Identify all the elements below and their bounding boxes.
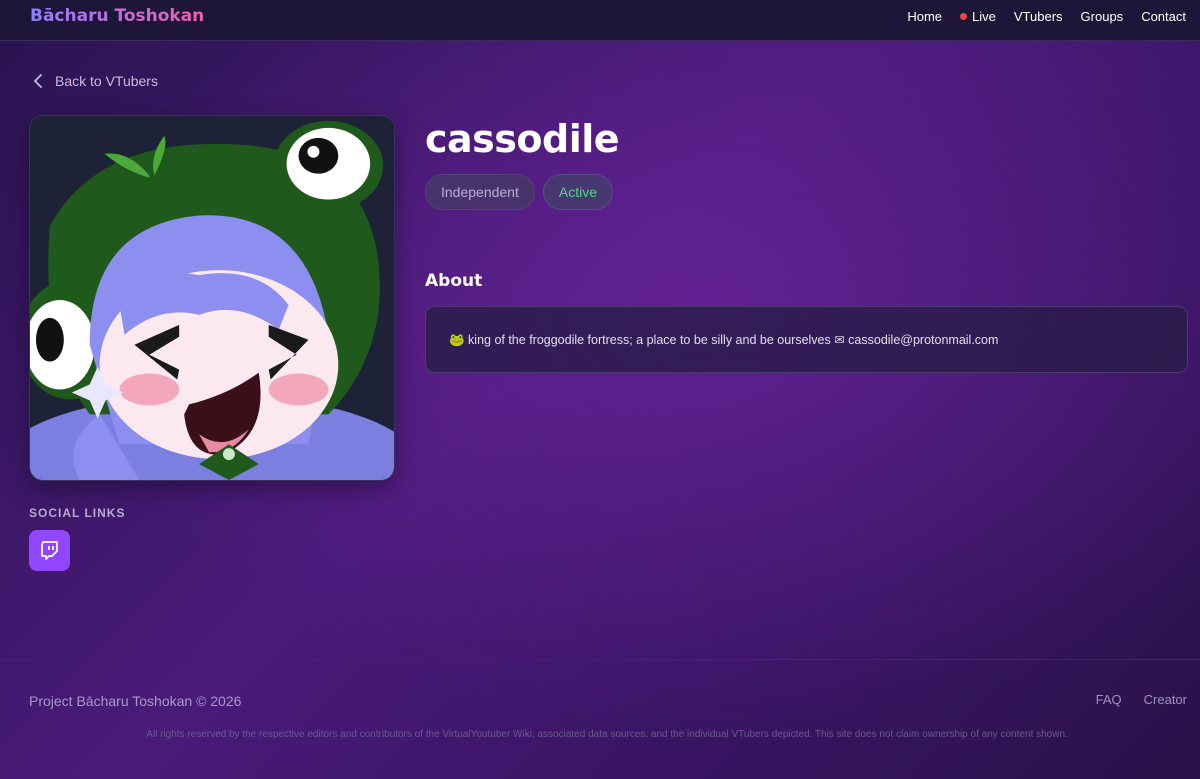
live-indicator-icon bbox=[960, 13, 968, 20]
vtuber-avatar bbox=[29, 115, 395, 481]
footer-disclaimer: All rights reserved by the respective ed… bbox=[146, 729, 1068, 740]
nav-live-link[interactable]: Live bbox=[960, 9, 996, 24]
social-links-heading: SOCIAL LINKS bbox=[29, 506, 126, 520]
vtuber-name: cassodile bbox=[425, 117, 620, 161]
nav-vtubers-label: VTubers bbox=[1013, 9, 1063, 24]
twitch-link-button[interactable] bbox=[29, 530, 70, 571]
nav-contact-label: Contact bbox=[1141, 9, 1186, 24]
status-badge: Active bbox=[542, 174, 613, 210]
footer-divider bbox=[0, 659, 1200, 660]
nav-home-link[interactable]: Home bbox=[907, 9, 942, 24]
back-to-vtubers-link[interactable]: Back to VTubers bbox=[32, 73, 158, 89]
footer-faq-link[interactable]: FAQ bbox=[1096, 692, 1122, 707]
chevron-left-icon bbox=[34, 74, 42, 88]
about-text: 🐸 king of the froggodile fortress; a pla… bbox=[449, 332, 999, 347]
nav-groups-link[interactable]: Groups bbox=[1081, 9, 1124, 24]
nav-contact-link[interactable]: Contact bbox=[1141, 9, 1186, 24]
top-navbar: Bācharu Toshokan Home Live VTubers Group… bbox=[0, 0, 1200, 41]
nav-live-label: Live bbox=[972, 9, 996, 24]
affiliation-badge: Independent bbox=[425, 174, 535, 210]
avatar-illustration bbox=[30, 116, 394, 480]
twitch-icon bbox=[40, 541, 58, 560]
footer-copyright: Project Bācharu Toshokan © 2026 bbox=[29, 693, 242, 709]
site-logo[interactable]: Bācharu Toshokan bbox=[30, 6, 204, 26]
footer-links: FAQ Creator bbox=[1074, 692, 1187, 707]
about-card: 🐸 king of the froggodile fortress; a pla… bbox=[425, 306, 1188, 373]
status-badges: Independent Active bbox=[425, 174, 613, 210]
nav-groups-label: Groups bbox=[1080, 9, 1124, 24]
footer-creator-link[interactable]: Creator bbox=[1144, 692, 1187, 707]
back-link-label: Back to VTubers bbox=[55, 73, 158, 89]
nav-vtubers-link[interactable]: VTubers bbox=[1014, 9, 1063, 24]
nav-home-label: Home bbox=[907, 9, 943, 24]
nav-links: Home Live VTubers Groups Contact bbox=[889, 9, 1186, 24]
about-heading: About bbox=[425, 271, 483, 291]
